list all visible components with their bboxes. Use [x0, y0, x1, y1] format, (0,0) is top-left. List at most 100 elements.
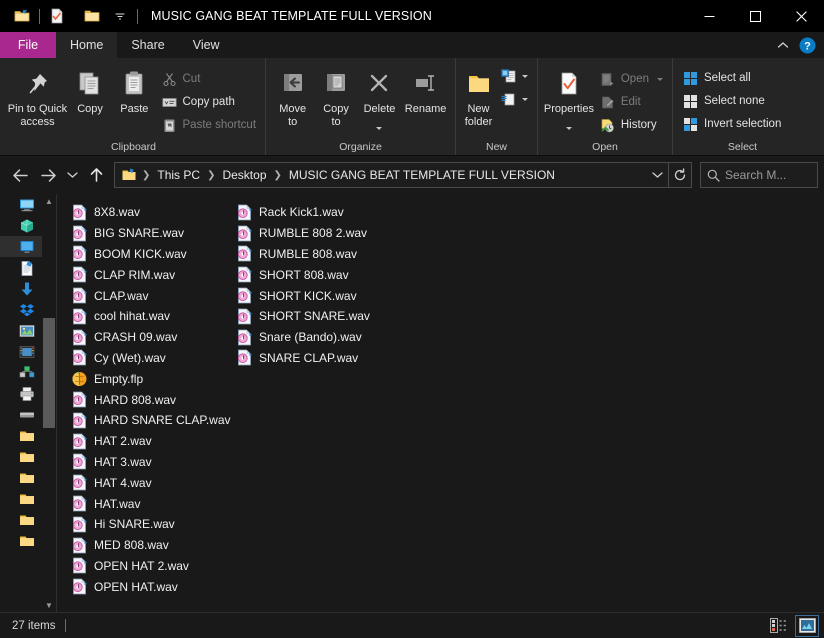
file-list-item[interactable]: MED 808.wav [67, 535, 232, 556]
breadcrumb-item-current[interactable]: MUSIC GANG BEAT TEMPLATE FULL VERSION [283, 168, 561, 182]
file-list-item[interactable]: Cy (Wet).wav [67, 348, 232, 369]
move-to-button[interactable]: Move to [271, 63, 314, 128]
nav-scroll-track[interactable] [42, 208, 56, 598]
file-list-item[interactable]: HAT.wav [67, 493, 232, 514]
breadcrumb-item-desktop[interactable]: Desktop [216, 168, 272, 182]
large-icons-view-button[interactable] [796, 616, 818, 636]
cut-button[interactable]: Cut [157, 68, 261, 90]
new-item-button[interactable] [496, 65, 532, 87]
sidebar-item-videos[interactable] [0, 341, 40, 362]
file-list-item[interactable]: 8X8.wav [67, 202, 232, 223]
file-list-item[interactable]: Rack Kick1.wav [232, 202, 397, 223]
customize-quick-access-icon[interactable] [106, 3, 134, 29]
sidebar-item-network[interactable] [0, 362, 40, 383]
sidebar-item-printer[interactable] [0, 383, 40, 404]
sidebar-item-downloads[interactable] [0, 278, 40, 299]
sidebar-item-folder-1[interactable] [0, 425, 40, 446]
breadcrumb-chevron-2[interactable]: ❯ [273, 170, 283, 181]
edit-button[interactable]: Edit [595, 91, 667, 113]
file-list-item[interactable]: SHORT KICK.wav [232, 285, 397, 306]
select-all-button[interactable]: Select all [678, 67, 785, 89]
file-list-item[interactable]: SNARE CLAP.wav [232, 348, 397, 369]
file-list-item[interactable]: RUMBLE 808.wav [232, 244, 397, 265]
file-list-item[interactable]: HAT 3.wav [67, 452, 232, 473]
recent-locations-button[interactable] [62, 160, 82, 190]
file-list-item[interactable]: CLAP.wav [67, 285, 232, 306]
file-list-item[interactable]: SHORT SNARE.wav [232, 306, 397, 327]
file-list-item[interactable]: HARD SNARE CLAP.wav [67, 410, 232, 431]
new-folder-icon[interactable] [78, 3, 106, 29]
breadcrumb-chevron-1[interactable]: ❯ [206, 170, 216, 181]
copy-to-button[interactable]: Copy to [314, 63, 357, 128]
sidebar-item-documents[interactable] [0, 257, 40, 278]
file-list-item[interactable]: RUMBLE 808 2.wav [232, 223, 397, 244]
breadcrumb-dropdown-icon[interactable] [646, 163, 668, 187]
sidebar-item-folder-3[interactable] [0, 467, 40, 488]
properties-dropdown-caret[interactable] [566, 117, 572, 135]
folder-properties-icon[interactable] [8, 3, 36, 29]
file-list-item[interactable]: HAT 4.wav [67, 472, 232, 493]
nav-scroll-down-icon[interactable]: ▼ [42, 598, 56, 612]
sidebar-item-3d-objects[interactable] [0, 215, 40, 236]
close-button[interactable] [778, 0, 824, 32]
file-list-item[interactable]: HAT 2.wav [67, 431, 232, 452]
file-list-item[interactable]: Hi SNARE.wav [67, 514, 232, 535]
file-list-pane[interactable]: 8X8.wavBIG SNARE.wavBOOM KICK.wavCLAP RI… [57, 194, 824, 612]
paste-button[interactable]: Paste [112, 63, 156, 116]
back-button[interactable] [6, 160, 34, 190]
sidebar-item-this-pc[interactable] [0, 194, 40, 215]
tab-file[interactable]: File [0, 32, 56, 58]
navigation-pane-scrollbar[interactable]: ▲ ▼ [42, 194, 56, 612]
file-list-item[interactable]: cool hihat.wav [67, 306, 232, 327]
sidebar-item-dropbox[interactable] [0, 299, 40, 320]
details-view-button[interactable] [767, 616, 789, 636]
copy-path-button[interactable]: Copy path [157, 91, 261, 113]
sidebar-item-drive[interactable] [0, 404, 40, 425]
properties-check-icon[interactable] [43, 3, 71, 29]
new-item-caret-icon[interactable] [522, 75, 528, 78]
open-caret-icon[interactable] [657, 78, 663, 81]
new-folder-button[interactable]: New folder [461, 63, 496, 128]
file-list-item[interactable]: CLAP RIM.wav [67, 264, 232, 285]
file-list-item[interactable]: BOOM KICK.wav [67, 244, 232, 265]
tab-home[interactable]: Home [56, 32, 117, 58]
nav-scroll-up-icon[interactable]: ▲ [42, 194, 56, 208]
sidebar-item-pictures[interactable] [0, 320, 40, 341]
sidebar-item-folder-4[interactable] [0, 488, 40, 509]
file-list-item[interactable]: CRASH 09.wav [67, 327, 232, 348]
easy-access-button[interactable] [496, 88, 532, 110]
rename-button[interactable]: Rename [401, 63, 450, 116]
navigation-pane[interactable]: ▲ ▼ [0, 194, 57, 612]
file-list-item[interactable]: OPEN HAT.wav [67, 576, 232, 597]
maximize-button[interactable] [732, 0, 778, 32]
breadcrumb-item-this-pc[interactable]: This PC [151, 168, 206, 182]
open-button[interactable]: Open [595, 68, 667, 90]
history-button[interactable]: History [595, 114, 667, 136]
easy-access-caret-icon[interactable] [522, 98, 528, 101]
nav-scroll-thumb[interactable] [43, 318, 55, 428]
file-list-item[interactable]: HARD 808.wav [67, 389, 232, 410]
pin-to-quick-access-button[interactable]: Pin to Quick access [7, 63, 68, 128]
sidebar-item-folder-6[interactable] [0, 530, 40, 551]
file-list-item[interactable]: OPEN HAT 2.wav [67, 556, 232, 577]
file-list-item[interactable]: BIG SNARE.wav [67, 223, 232, 244]
select-none-button[interactable]: Select none [678, 90, 785, 112]
properties-button[interactable]: Properties [543, 63, 595, 135]
sidebar-item-folder-2[interactable] [0, 446, 40, 467]
breadcrumb-chevron-0[interactable]: ❯ [141, 170, 151, 181]
file-list-item[interactable]: SHORT 808.wav [232, 264, 397, 285]
tab-view[interactable]: View [179, 32, 234, 58]
invert-selection-button[interactable]: Invert selection [678, 113, 785, 135]
help-icon[interactable]: ? [798, 36, 816, 54]
minimize-button[interactable] [686, 0, 732, 32]
breadcrumb[interactable]: ❯ This PC ❯ Desktop ❯ MUSIC GANG BEAT TE… [114, 162, 692, 188]
tab-share[interactable]: Share [117, 32, 178, 58]
refresh-icon[interactable] [669, 163, 691, 187]
file-list-item[interactable]: Snare (Bando).wav [232, 327, 397, 348]
collapse-ribbon-icon[interactable] [774, 36, 792, 54]
search-input[interactable]: Search M... [700, 162, 818, 188]
sidebar-item-folder-5[interactable] [0, 509, 40, 530]
paste-shortcut-button[interactable]: Paste shortcut [157, 114, 261, 136]
file-list-item[interactable]: Empty.flp [67, 368, 232, 389]
delete-dropdown-caret[interactable] [376, 117, 382, 135]
